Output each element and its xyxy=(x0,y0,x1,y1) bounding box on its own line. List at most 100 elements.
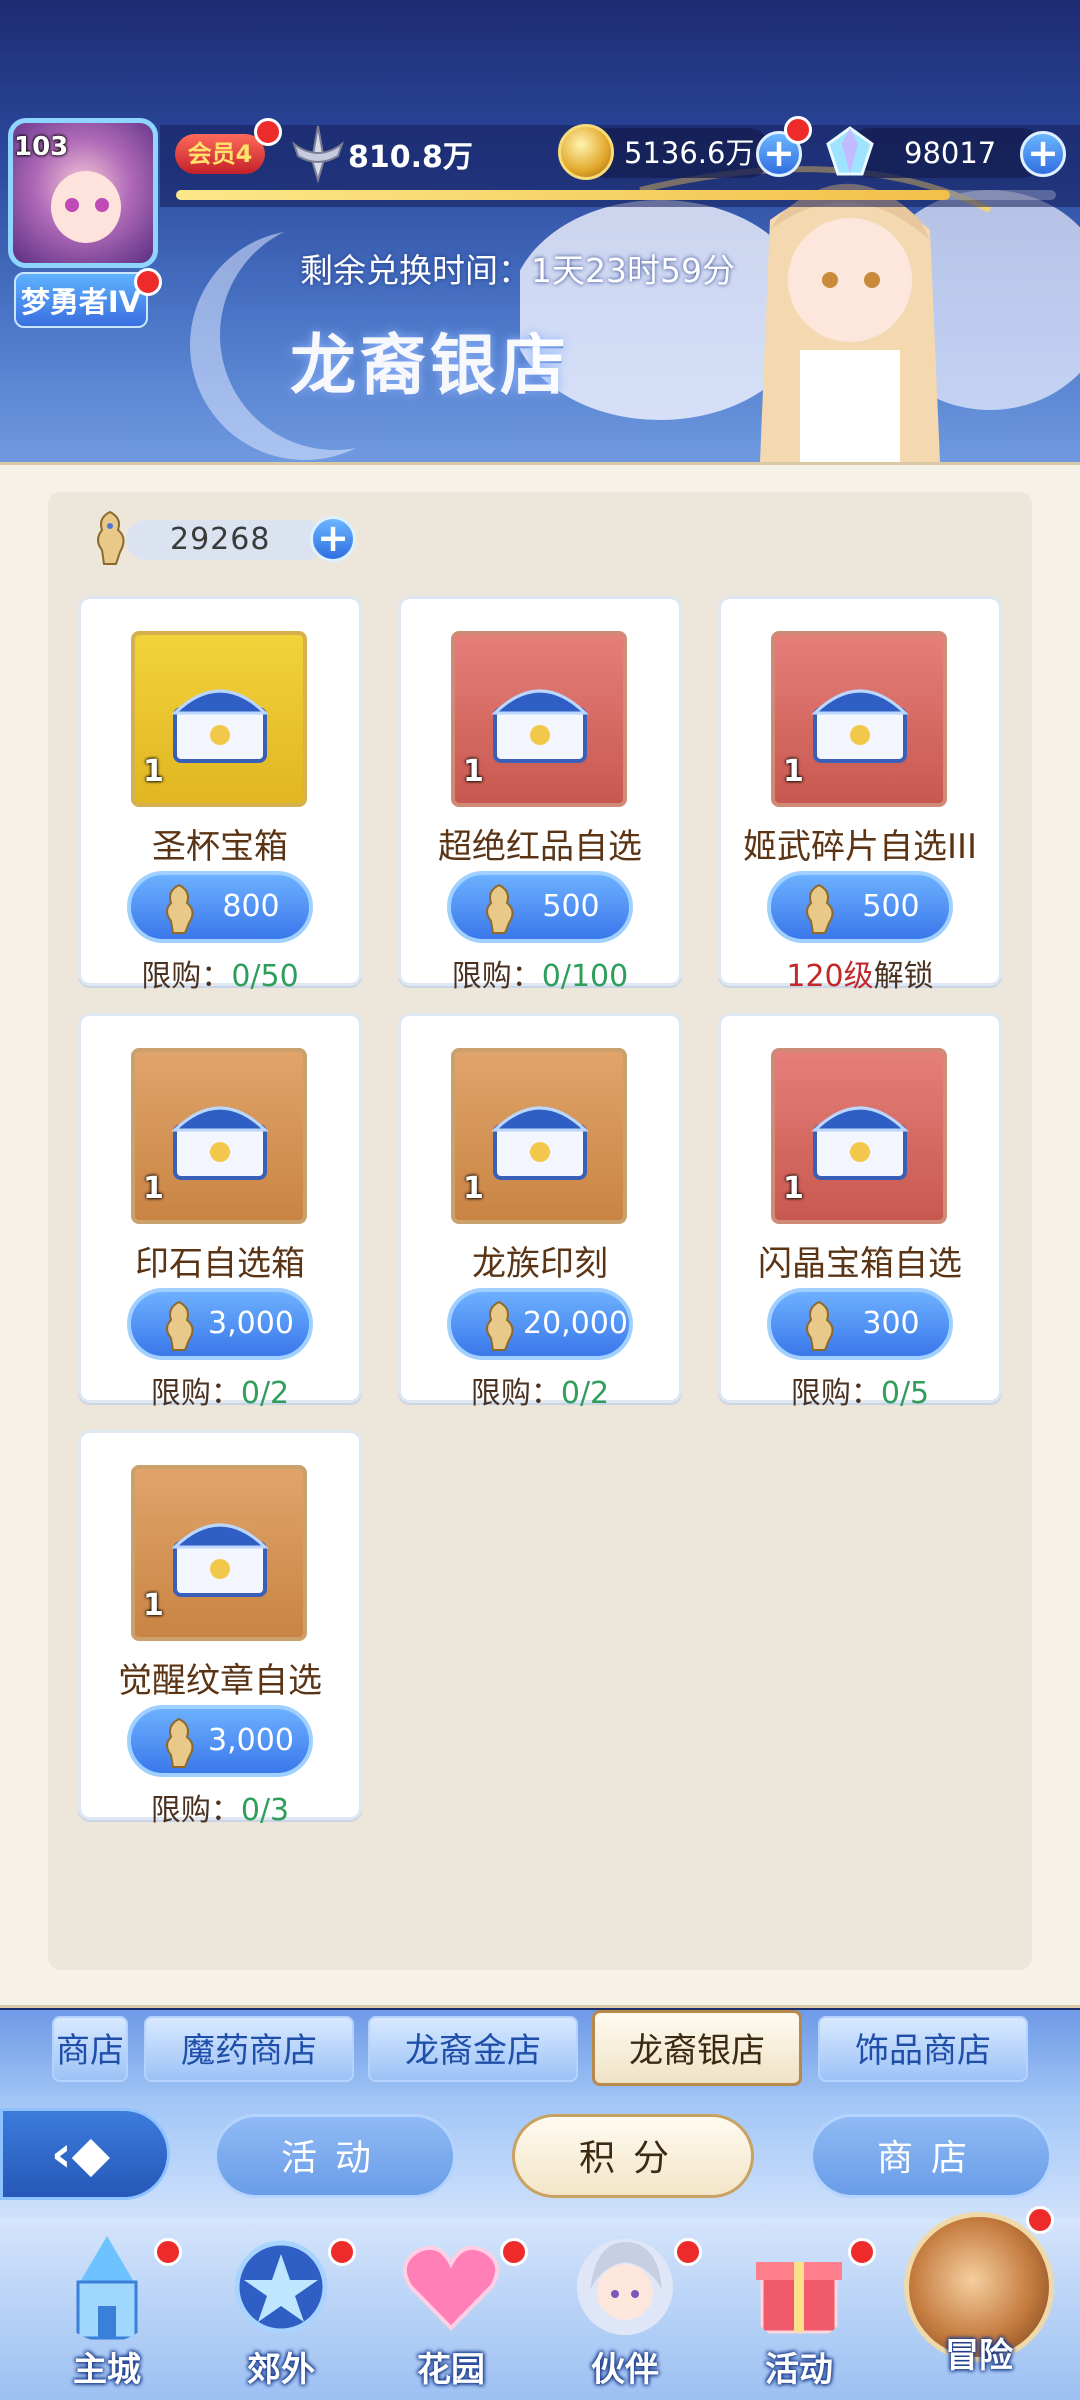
item-image[interactable]: 1 xyxy=(131,1465,307,1641)
heart-icon xyxy=(402,2245,500,2331)
tab-label: 魔药商店 xyxy=(181,2031,317,2071)
notification-dot xyxy=(254,118,282,146)
purchase-limit: 限购：0/5 xyxy=(721,1368,999,1412)
item-quantity: 1 xyxy=(783,754,804,789)
notification-dot xyxy=(500,2238,528,2266)
shop-title: 龙裔银店 xyxy=(290,327,570,404)
item-image[interactable]: 1 xyxy=(451,631,627,807)
dragon-token-icon xyxy=(806,883,834,934)
limit-value: 0/50 xyxy=(231,959,299,994)
buy-button[interactable]: 500 xyxy=(447,871,633,943)
treasure-chest-icon xyxy=(491,689,589,763)
player-rank-badge[interactable]: 梦勇者IV xyxy=(14,272,148,328)
purchase-limit: 限购：0/50 xyxy=(81,951,359,995)
item-image[interactable]: 1 xyxy=(771,631,947,807)
back-button[interactable]: ‹◆ xyxy=(0,2108,170,2200)
section-activity-button[interactable]: 活动 xyxy=(214,2114,456,2198)
buy-button[interactable]: 3,000 xyxy=(127,1288,313,1360)
limit-value: 0/2 xyxy=(560,1376,610,1411)
notification-dot xyxy=(328,2238,356,2266)
section-label: 活动 xyxy=(280,2138,389,2179)
dragon-token-icon xyxy=(806,1300,834,1351)
purchase-limit: 限购：0/3 xyxy=(81,1785,359,1829)
item-quantity: 1 xyxy=(463,1171,484,1206)
section-label: 积分 xyxy=(578,2138,687,2179)
item-price: 500 xyxy=(862,889,920,924)
diamond-icon xyxy=(826,126,874,176)
treasure-chest-icon xyxy=(811,689,909,763)
item-quantity: 1 xyxy=(143,1171,164,1206)
partner-portrait-icon xyxy=(577,2239,673,2335)
dragon-token-icon xyxy=(97,510,125,565)
notification-dot xyxy=(848,2238,876,2266)
buy-button[interactable]: 500 xyxy=(767,871,953,943)
item-name: 超绝红品自选 xyxy=(438,827,642,867)
purchase-limit: 限购：0/2 xyxy=(81,1368,359,1412)
item-image[interactable]: 1 xyxy=(131,1048,307,1224)
buy-button[interactable]: 300 xyxy=(767,1288,953,1360)
shop-item-card[interactable]: 1 印石自选箱 3,000 限购：0/2 xyxy=(78,1013,362,1411)
dragon-token-icon xyxy=(166,883,194,934)
nav-label: 花园 xyxy=(417,2350,485,2390)
dragon-token-icon xyxy=(166,1717,194,1768)
item-price: 3,000 xyxy=(208,1306,294,1341)
vip-badge[interactable]: 会员4 xyxy=(175,134,265,174)
tab-store[interactable]: 商店 xyxy=(52,2016,128,2082)
shop-item-card[interactable]: 1 超绝红品自选 500 限购：0/100 xyxy=(398,596,682,994)
item-name: 姬武碎片自选III xyxy=(742,827,978,867)
buy-button[interactable]: 3,000 xyxy=(127,1705,313,1777)
tab-dragon-gold-shop[interactable]: 龙裔金店 xyxy=(368,2016,578,2082)
back-chevron-icon: ‹◆ xyxy=(51,2125,111,2183)
item-price: 500 xyxy=(542,889,600,924)
shop-item-card[interactable]: 1 圣杯宝箱 800 限购：0/50 xyxy=(78,596,362,994)
dragon-token-icon xyxy=(486,883,514,934)
item-name: 龙族印刻 xyxy=(472,1244,608,1284)
notification-dot xyxy=(154,2238,182,2266)
notification-dot xyxy=(674,2238,702,2266)
tab-label: 饰品商店 xyxy=(855,2031,991,2071)
item-image[interactable]: 1 xyxy=(131,631,307,807)
exchange-countdown: 剩余兑换时间：1天23时59分 xyxy=(300,251,735,290)
purchase-limit: 限购：0/100 xyxy=(401,951,679,995)
tab-accessory-shop[interactable]: 饰品商店 xyxy=(818,2016,1028,2082)
item-name: 圣杯宝箱 xyxy=(152,827,288,867)
limit-label: 限购： xyxy=(150,1376,241,1411)
item-price: 300 xyxy=(862,1306,920,1341)
nav-adventure-label: 冒险 xyxy=(945,2336,1013,2376)
shop-item-card[interactable]: 1 姬武碎片自选III 500 120级解锁 xyxy=(718,596,1002,994)
item-price: 20,000 xyxy=(523,1306,628,1341)
section-store-button[interactable]: 商店 xyxy=(810,2114,1052,2198)
tab-label: 龙裔银店 xyxy=(629,2031,765,2071)
nav-label: 主城 xyxy=(73,2350,141,2390)
magic-gate-icon xyxy=(234,2240,328,2334)
sword-power-icon xyxy=(292,125,344,184)
add-diamond-button[interactable]: + xyxy=(1020,131,1066,177)
tab-label: 商店 xyxy=(56,2031,124,2071)
shop-item-card[interactable]: 1 觉醒纹章自选 3,000 限购：0/3 xyxy=(78,1430,362,1828)
limit-label: 限购： xyxy=(150,1793,241,1828)
limit-value: 0/3 xyxy=(240,1793,290,1828)
shop-item-card[interactable]: 1 闪晶宝箱自选 300 限购：0/5 xyxy=(718,1013,1002,1411)
avatar-face xyxy=(51,171,121,243)
tab-potion-shop[interactable]: 魔药商店 xyxy=(144,2016,354,2082)
item-name: 印石自选箱 xyxy=(135,1244,305,1284)
gift-box-icon xyxy=(756,2262,842,2334)
buy-button[interactable]: 800 xyxy=(127,871,313,943)
experience-bar xyxy=(176,190,1056,200)
buy-button[interactable]: 20,000 xyxy=(447,1288,633,1360)
experience-fill xyxy=(176,190,951,200)
add-currency-button[interactable]: + xyxy=(310,516,356,562)
item-image[interactable]: 1 xyxy=(771,1048,947,1224)
shop-item-card[interactable]: 1 龙族印刻 20,000 限购：0/2 xyxy=(398,1013,682,1411)
section-points-button[interactable]: 积分 xyxy=(512,2114,754,2198)
limit-label: 限购： xyxy=(470,1376,561,1411)
purchase-limit: 120级解锁 xyxy=(721,951,999,995)
treasure-chest-icon xyxy=(491,1106,589,1180)
limit-value: 0/5 xyxy=(880,1376,930,1411)
treasure-chest-icon xyxy=(171,1523,269,1597)
item-image[interactable]: 1 xyxy=(451,1048,627,1224)
section-label: 商店 xyxy=(876,2138,985,2179)
dragon-token-icon xyxy=(486,1300,514,1351)
tab-dragon-silver-shop[interactable]: 龙裔银店 xyxy=(592,2010,802,2086)
player-level: 103 xyxy=(14,132,69,162)
